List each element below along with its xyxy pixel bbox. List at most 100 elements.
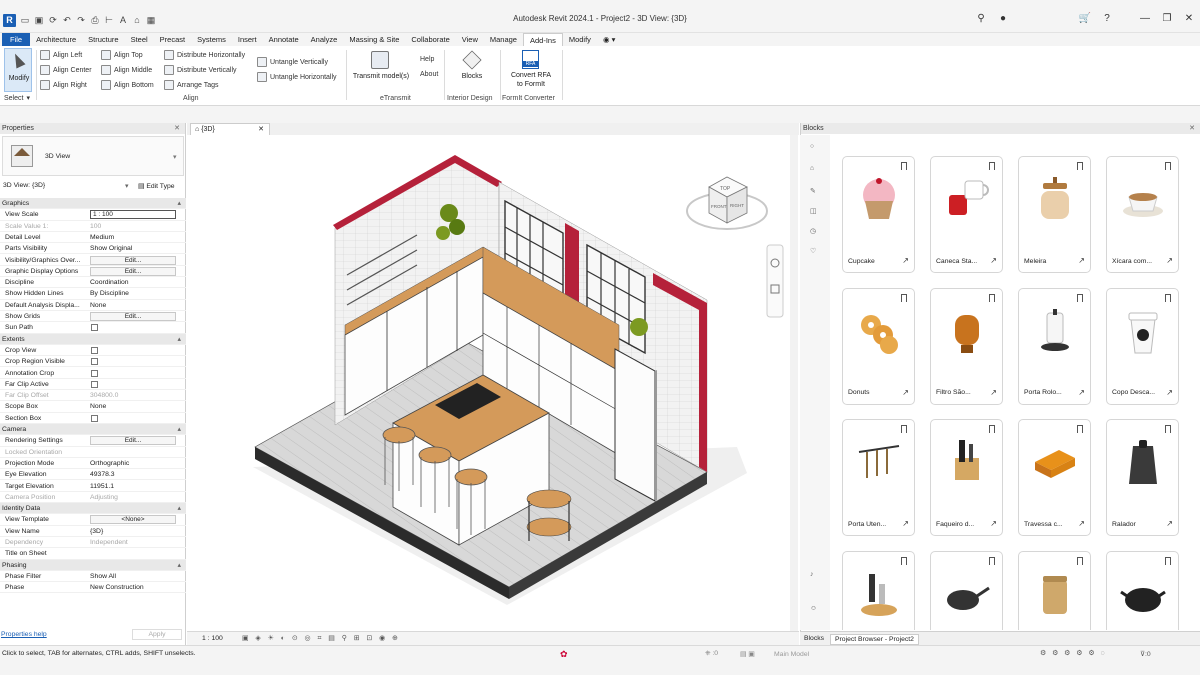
property-edit-button[interactable]: Edit... xyxy=(90,266,176,276)
insert-arrow-icon[interactable]: ↗ xyxy=(990,388,997,397)
block-card[interactable]: Faqueiro d... ↗ xyxy=(930,419,1003,536)
untangle-horizontally-button[interactable]: Untangle Horizontally xyxy=(257,72,337,82)
tab-modify[interactable]: Modify xyxy=(563,33,597,46)
bookmark-icon[interactable] xyxy=(1077,293,1083,302)
block-card[interactable]: Cupcake ↗ xyxy=(842,156,915,273)
selection-filter-icons[interactable]: ⚙⚙⚙⚙⚙◌ xyxy=(1040,649,1111,657)
align-bottom-button[interactable]: Align Bottom xyxy=(101,80,154,90)
bookmark-icon[interactable] xyxy=(1165,556,1171,565)
close-button[interactable]: ✕ xyxy=(1178,12,1200,26)
tab-architecture[interactable]: Architecture xyxy=(30,33,82,46)
insert-arrow-icon[interactable]: ↗ xyxy=(1166,519,1173,528)
tab-steel[interactable]: Steel xyxy=(125,33,154,46)
user-icon[interactable]: ● xyxy=(992,12,1014,26)
tab-systems[interactable]: Systems xyxy=(191,33,232,46)
bookmark-icon[interactable] xyxy=(901,293,907,302)
type-selector[interactable]: 3D View ▾ xyxy=(2,136,184,176)
bookmark-icon[interactable] xyxy=(989,556,995,565)
property-row[interactable]: Target Elevation 11951.1 xyxy=(0,481,186,492)
insert-arrow-icon[interactable]: ↗ xyxy=(1166,256,1173,265)
cart-icon[interactable]: 🛒 xyxy=(1074,12,1096,26)
tab-collaborate[interactable]: Collaborate xyxy=(405,33,455,46)
bookmark-icon[interactable] xyxy=(901,556,907,565)
property-value[interactable]: 11951.1 xyxy=(90,481,114,492)
collapse-icon[interactable]: ▴ xyxy=(177,198,181,209)
property-row[interactable]: Show Hidden Lines By Discipline xyxy=(0,288,186,300)
collapse-icon[interactable]: ▴ xyxy=(177,560,181,571)
view-cube[interactable]: TOP FRONT RIGHT xyxy=(686,176,768,230)
block-card[interactable]: Porta Rolo... ↗ xyxy=(1018,287,1091,405)
block-card[interactable]: Copo Desca... ↗ xyxy=(1106,287,1179,405)
insert-arrow-icon[interactable]: ↗ xyxy=(990,256,997,265)
insert-arrow-icon[interactable]: ↗ xyxy=(990,519,997,528)
contextual-tab-dropdown[interactable]: ◉ ▾ xyxy=(597,33,621,46)
collapse-icon[interactable]: ▴ xyxy=(177,424,181,435)
close-icon[interactable]: ✕ xyxy=(174,123,180,134)
insert-arrow-icon[interactable]: ↗ xyxy=(1078,519,1085,528)
design-options-icon[interactable]: ▤ ▣ xyxy=(740,650,755,658)
view-scale-label[interactable]: 1 : 100 xyxy=(202,635,223,642)
block-card[interactable]: Ralador ↗ xyxy=(1106,419,1179,536)
bookmark-icon[interactable] xyxy=(1165,293,1171,302)
property-row[interactable]: Scope Box None xyxy=(0,401,186,413)
tab-file[interactable]: File xyxy=(2,33,31,46)
property-checkbox[interactable] xyxy=(91,324,98,332)
insert-arrow-icon[interactable]: ↗ xyxy=(902,388,909,397)
binoculars-icon[interactable]: ⚲ xyxy=(970,12,992,26)
insert-arrow-icon[interactable]: ↗ xyxy=(1166,388,1173,397)
bookmark-icon[interactable] xyxy=(989,425,995,433)
align-left-button[interactable]: Align Left xyxy=(40,50,82,60)
property-row[interactable]: View Template <None> xyxy=(0,514,186,526)
property-value[interactable]: Show All xyxy=(90,571,116,582)
bookmark-icon[interactable] xyxy=(1077,556,1083,565)
navigation-bar[interactable] xyxy=(766,244,784,318)
arrange-tags-button[interactable]: Arrange Tags xyxy=(164,80,219,90)
property-row[interactable]: Default Analysis Displa... None xyxy=(0,300,186,311)
block-card[interactable]: Travessa c... ↗ xyxy=(1018,419,1091,536)
property-row[interactable]: View Scale 1 : 100 xyxy=(0,209,186,221)
block-card[interactable] xyxy=(1018,550,1091,630)
tab-project-browser[interactable]: Project Browser - Project2 xyxy=(830,634,919,645)
worksharing-icon[interactable]: ✿ xyxy=(560,649,568,660)
property-row[interactable]: Visibility/Graphics Over... Edit... xyxy=(0,255,186,266)
view-selector[interactable]: 3D View: {3D} xyxy=(3,182,45,189)
distribute-vertically-button[interactable]: Distribute Vertically xyxy=(164,65,237,75)
untangle-vertically-button[interactable]: Untangle Vertically xyxy=(257,57,328,67)
property-row[interactable]: Title on Sheet xyxy=(0,548,186,560)
home-tool-icon[interactable]: ○ xyxy=(810,143,814,150)
property-row[interactable]: Discipline Coordination xyxy=(0,277,186,289)
bookmark-icon[interactable] xyxy=(989,293,995,302)
help-button[interactable]: Help xyxy=(420,56,434,63)
bookmark-icon[interactable] xyxy=(989,162,995,170)
property-value[interactable]: Orthographic xyxy=(90,458,129,469)
property-checkbox[interactable] xyxy=(91,380,98,388)
insert-arrow-icon[interactable]: ↗ xyxy=(1078,256,1085,265)
help-icon[interactable]: ? xyxy=(1096,12,1118,26)
property-checkbox[interactable] xyxy=(91,414,98,422)
edit-type-button[interactable]: ▤ Edit Type xyxy=(138,182,175,190)
property-row[interactable]: Rendering Settings Edit... xyxy=(0,435,186,447)
property-row[interactable]: Detail Level Medium xyxy=(0,232,186,244)
minimize-button[interactable]: — xyxy=(1134,12,1156,26)
property-row[interactable]: Phase Filter Show All xyxy=(0,571,186,583)
property-checkbox[interactable] xyxy=(91,346,98,354)
property-value[interactable]: None xyxy=(90,401,106,412)
select-dropdown[interactable]: Select ▾ xyxy=(4,94,30,103)
property-edit-button[interactable]: Edit... xyxy=(90,436,176,446)
collapse-icon[interactable]: ▴ xyxy=(177,503,181,514)
block-card[interactable] xyxy=(930,550,1003,630)
property-value[interactable]: Coordination xyxy=(90,277,129,288)
tab-3d-view[interactable]: ⌂ {3D} ✕ xyxy=(190,123,270,135)
block-card[interactable]: Caneca Sta... ↗ xyxy=(930,156,1003,273)
property-value[interactable]: By Discipline xyxy=(90,288,129,299)
block-card[interactable]: Porta Uten... ↗ xyxy=(842,419,915,536)
property-checkbox[interactable] xyxy=(91,358,98,366)
align-top-button[interactable]: Align Top xyxy=(101,50,143,60)
bookmark-icon[interactable] xyxy=(1165,425,1171,433)
block-card[interactable] xyxy=(1106,550,1179,630)
convert-rfa-button[interactable]: RFA Convert RFA to FormIt xyxy=(504,49,558,93)
tab-add-ins[interactable]: Add-Ins xyxy=(522,33,563,46)
block-card[interactable]: Donuts ↗ xyxy=(842,287,915,405)
property-value[interactable]: Medium xyxy=(90,232,114,243)
property-row[interactable]: View Name {3D} xyxy=(0,526,186,537)
